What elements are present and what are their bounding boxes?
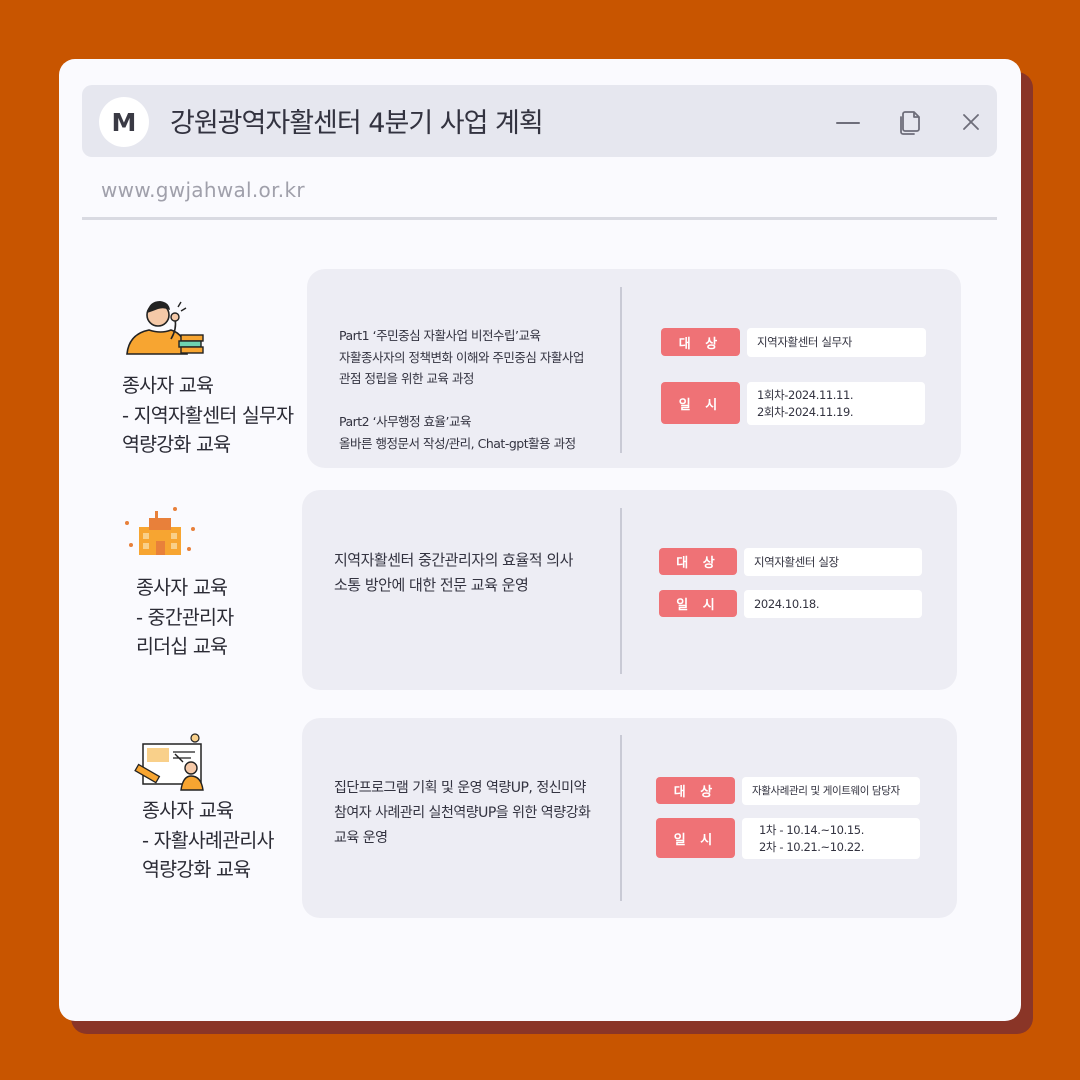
url-text[interactable]: www.gwjahwal.or.kr bbox=[101, 178, 305, 202]
target-value: 자활사례관리 및 게이트웨이 담당자 bbox=[742, 777, 920, 805]
date-badge: 일 시 bbox=[656, 818, 735, 858]
target-badge: 대 상 bbox=[656, 777, 735, 804]
section-2-label: 종사자 교육 - 중간관리자 리더십 교육 bbox=[136, 576, 234, 658]
section-2-description: 지역자활센터 중간관리자의 효율적 의사 소통 방안에 대한 전문 교육 운영 bbox=[334, 551, 573, 594]
close-button[interactable] bbox=[956, 107, 986, 137]
date-value: 1차 - 10.14.~10.15. 2차 - 10.21.~10.22. bbox=[742, 818, 920, 859]
section-1-panel: Part1 ‘주민중심 자활사업 비전수립’교육 자활종사자의 정책변화 이해와… bbox=[307, 269, 961, 468]
section-3-label: 종사자 교육 - 자활사례관리사 역량강화 교육 bbox=[142, 799, 274, 881]
minimize-button[interactable] bbox=[833, 107, 863, 137]
target-badge: 대 상 bbox=[661, 328, 740, 356]
close-icon bbox=[963, 114, 979, 130]
date-value: 2024.10.18. bbox=[744, 590, 922, 618]
date-badge: 일 시 bbox=[659, 590, 737, 617]
target-value: 지역자활센터 실무자 bbox=[747, 328, 926, 357]
restore-button[interactable] bbox=[895, 107, 925, 137]
panel-divider bbox=[620, 508, 622, 674]
section-3-panel: 집단프로그램 기획 및 운영 역량UP, 정신미약 참여자 사례관리 실천역량U… bbox=[302, 718, 957, 918]
date-badge: 일 시 bbox=[661, 382, 740, 424]
title-bar: M 강원광역자활센터 4분기 사업 계획 bbox=[82, 85, 997, 157]
url-divider bbox=[82, 217, 997, 220]
target-value: 지역자활센터 실장 bbox=[744, 548, 922, 576]
page-title: 강원광역자활센터 4분기 사업 계획 bbox=[170, 108, 544, 139]
target-badge: 대 상 bbox=[659, 548, 737, 575]
building-illustration bbox=[125, 507, 195, 555]
worker-with-books-illustration bbox=[126, 301, 204, 355]
presenter-illustration bbox=[134, 733, 204, 791]
panel-divider bbox=[620, 287, 622, 453]
section-2-panel: 지역자활센터 중간관리자의 효율적 의사 소통 방안에 대한 전문 교육 운영 … bbox=[302, 490, 957, 690]
restore-icon bbox=[900, 111, 920, 135]
section-1-description: Part1 ‘주민중심 자활사업 비전수립’교육 자활종사자의 정책변화 이해와… bbox=[339, 328, 584, 451]
app-window: M 강원광역자활센터 4분기 사업 계획 www.gwjahwal.or.kr bbox=[59, 59, 1021, 1021]
minimize-icon bbox=[836, 122, 860, 124]
avatar: M bbox=[99, 97, 149, 147]
section-3-description: 집단프로그램 기획 및 운영 역량UP, 정신미약 참여자 사례관리 실천역량U… bbox=[334, 780, 591, 846]
panel-divider bbox=[620, 735, 622, 901]
date-value: 1회차-2024.11.11. 2회차-2024.11.19. bbox=[747, 382, 925, 425]
section-1-label: 종사자 교육 - 지역자활센터 실무자 역량강화 교육 bbox=[122, 374, 294, 456]
